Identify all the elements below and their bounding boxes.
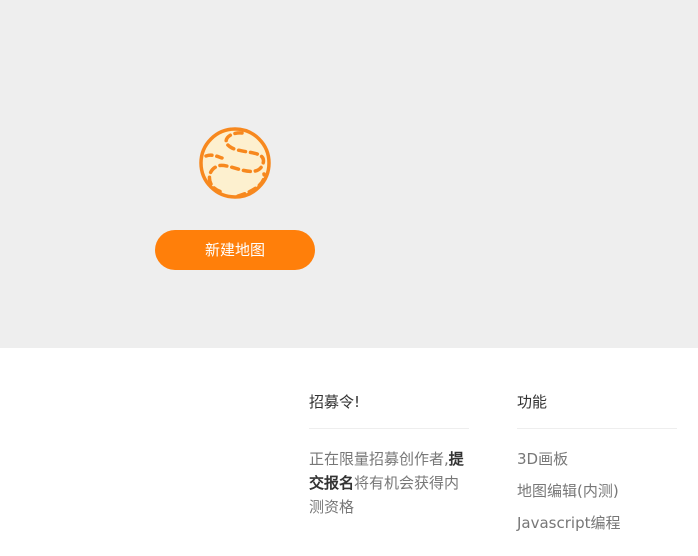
features-list: 3D画板 地图编辑(内测) Javascript编程 [517,447,677,543]
new-map-button[interactable]: 新建地图 [155,230,315,270]
feature-link-3d-canvas[interactable]: 3D画板 [517,447,677,479]
recruit-title: 招募令! [309,390,469,429]
hero-section: 新建地图 [0,0,698,348]
feature-link-javascript[interactable]: Javascript编程 [517,511,677,543]
features-column: 功能 3D画板 地图编辑(内测) Javascript编程 [517,390,677,543]
recruit-text-before: 正在限量招募创作者, [309,450,449,468]
page: 新建地图 招募令! 正在限量招募创作者,提交报名将有机会获得内测资格 功能 3D… [0,0,698,556]
map-path-logo-icon [199,127,271,199]
features-title: 功能 [517,390,677,429]
recruit-column: 招募令! 正在限量招募创作者,提交报名将有机会获得内测资格 [309,390,469,519]
feature-link-map-editor[interactable]: 地图编辑(内测) [517,479,677,511]
recruit-text: 正在限量招募创作者,提交报名将有机会获得内测资格 [309,447,471,519]
